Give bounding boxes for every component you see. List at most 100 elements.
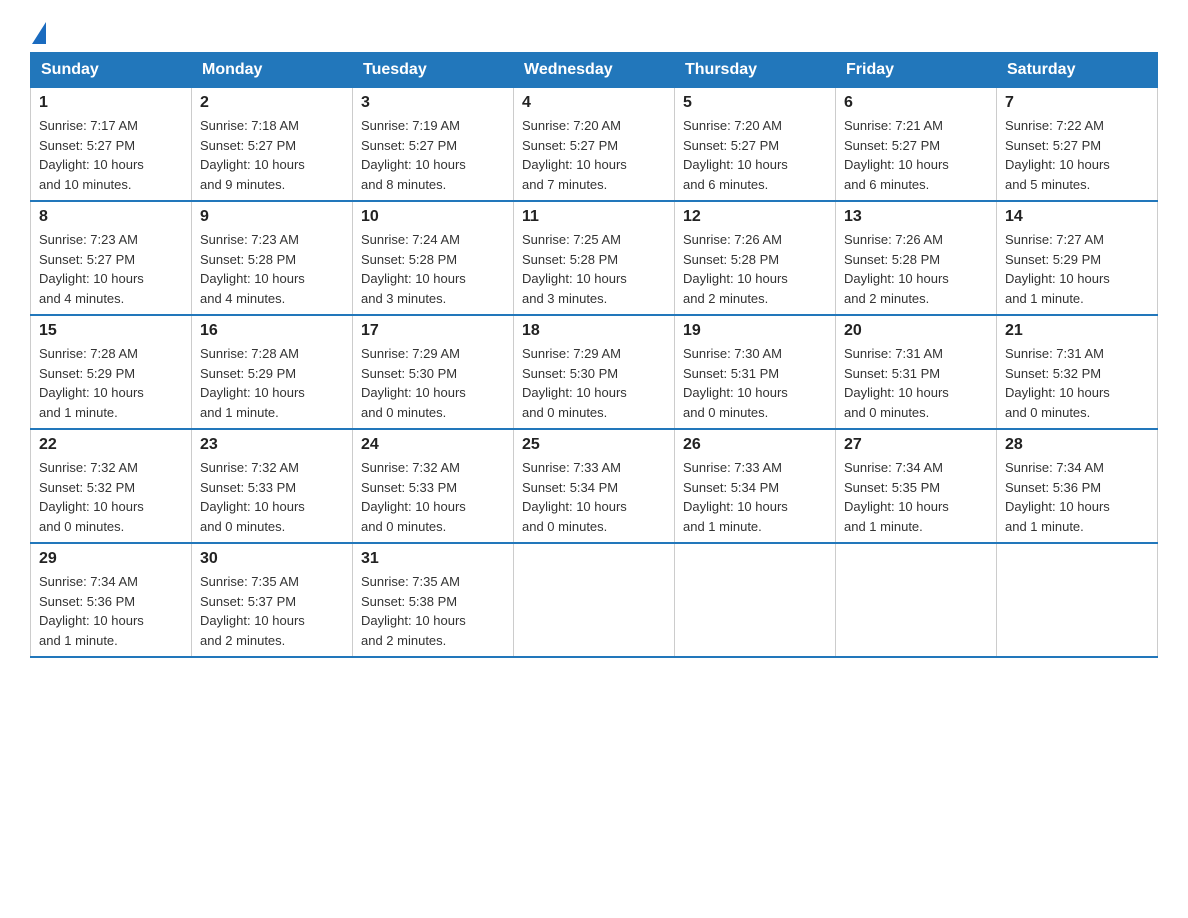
calendar-cell: 14 Sunrise: 7:27 AMSunset: 5:29 PMDayligh… bbox=[997, 201, 1158, 315]
day-info: Sunrise: 7:31 AMSunset: 5:31 PMDaylight:… bbox=[844, 344, 988, 422]
weekday-header-saturday: Saturday bbox=[997, 53, 1158, 88]
day-info: Sunrise: 7:32 AMSunset: 5:32 PMDaylight:… bbox=[39, 458, 183, 536]
calendar-cell bbox=[836, 543, 997, 657]
day-info: Sunrise: 7:33 AMSunset: 5:34 PMDaylight:… bbox=[522, 458, 666, 536]
calendar-cell: 28 Sunrise: 7:34 AMSunset: 5:36 PMDayligh… bbox=[997, 429, 1158, 543]
day-info: Sunrise: 7:23 AMSunset: 5:27 PMDaylight:… bbox=[39, 230, 183, 308]
day-number: 12 bbox=[683, 208, 827, 226]
day-number: 27 bbox=[844, 436, 988, 454]
day-info: Sunrise: 7:17 AMSunset: 5:27 PMDaylight:… bbox=[39, 116, 183, 194]
calendar-table: SundayMondayTuesdayWednesdayThursdayFrid… bbox=[30, 52, 1158, 658]
calendar-week-row-1: 1 Sunrise: 7:17 AMSunset: 5:27 PMDaylight… bbox=[31, 88, 1158, 202]
day-info: Sunrise: 7:32 AMSunset: 5:33 PMDaylight:… bbox=[361, 458, 505, 536]
day-number: 23 bbox=[200, 436, 344, 454]
day-info: Sunrise: 7:27 AMSunset: 5:29 PMDaylight:… bbox=[1005, 230, 1149, 308]
day-info: Sunrise: 7:23 AMSunset: 5:28 PMDaylight:… bbox=[200, 230, 344, 308]
weekday-header-wednesday: Wednesday bbox=[514, 53, 675, 88]
calendar-cell: 17 Sunrise: 7:29 AMSunset: 5:30 PMDayligh… bbox=[353, 315, 514, 429]
day-info: Sunrise: 7:34 AMSunset: 5:35 PMDaylight:… bbox=[844, 458, 988, 536]
calendar-cell: 2 Sunrise: 7:18 AMSunset: 5:27 PMDaylight… bbox=[192, 88, 353, 202]
day-info: Sunrise: 7:29 AMSunset: 5:30 PMDaylight:… bbox=[522, 344, 666, 422]
day-number: 21 bbox=[1005, 322, 1149, 340]
calendar-cell: 6Sunrise: 7:21 AMSunset: 5:27 PMDaylight… bbox=[836, 88, 997, 202]
day-info: Sunrise: 7:18 AMSunset: 5:27 PMDaylight:… bbox=[200, 116, 344, 194]
day-info: Sunrise: 7:21 AMSunset: 5:27 PMDaylight:… bbox=[844, 116, 988, 194]
calendar-cell: 1 Sunrise: 7:17 AMSunset: 5:27 PMDaylight… bbox=[31, 88, 192, 202]
day-number: 10 bbox=[361, 208, 505, 226]
day-number: 29 bbox=[39, 550, 183, 568]
day-info: Sunrise: 7:26 AMSunset: 5:28 PMDaylight:… bbox=[844, 230, 988, 308]
day-info: Sunrise: 7:28 AMSunset: 5:29 PMDaylight:… bbox=[200, 344, 344, 422]
calendar-cell: 3 Sunrise: 7:19 AMSunset: 5:27 PMDaylight… bbox=[353, 88, 514, 202]
calendar-cell: 24 Sunrise: 7:32 AMSunset: 5:33 PMDayligh… bbox=[353, 429, 514, 543]
day-number: 28 bbox=[1005, 436, 1149, 454]
calendar-cell: 9 Sunrise: 7:23 AMSunset: 5:28 PMDaylight… bbox=[192, 201, 353, 315]
day-info: Sunrise: 7:20 AMSunset: 5:27 PMDaylight:… bbox=[683, 116, 827, 194]
calendar-cell: 29 Sunrise: 7:34 AMSunset: 5:36 PMDayligh… bbox=[31, 543, 192, 657]
calendar-cell: 8 Sunrise: 7:23 AMSunset: 5:27 PMDaylight… bbox=[31, 201, 192, 315]
day-info: Sunrise: 7:20 AMSunset: 5:27 PMDaylight:… bbox=[522, 116, 666, 194]
weekday-header-monday: Monday bbox=[192, 53, 353, 88]
calendar-cell: 7 Sunrise: 7:22 AMSunset: 5:27 PMDaylight… bbox=[997, 88, 1158, 202]
calendar-cell bbox=[997, 543, 1158, 657]
calendar-cell: 21 Sunrise: 7:31 AMSunset: 5:32 PMDayligh… bbox=[997, 315, 1158, 429]
calendar-cell: 10 Sunrise: 7:24 AMSunset: 5:28 PMDayligh… bbox=[353, 201, 514, 315]
day-number: 3 bbox=[361, 94, 505, 112]
day-info: Sunrise: 7:32 AMSunset: 5:33 PMDaylight:… bbox=[200, 458, 344, 536]
calendar-cell: 15 Sunrise: 7:28 AMSunset: 5:29 PMDayligh… bbox=[31, 315, 192, 429]
day-number: 15 bbox=[39, 322, 183, 340]
day-info: Sunrise: 7:25 AMSunset: 5:28 PMDaylight:… bbox=[522, 230, 666, 308]
calendar-cell: 11 Sunrise: 7:25 AMSunset: 5:28 PMDayligh… bbox=[514, 201, 675, 315]
weekday-header-sunday: Sunday bbox=[31, 53, 192, 88]
calendar-cell: 19Sunrise: 7:30 AMSunset: 5:31 PMDayligh… bbox=[675, 315, 836, 429]
logo bbox=[30, 20, 48, 42]
day-info: Sunrise: 7:22 AMSunset: 5:27 PMDaylight:… bbox=[1005, 116, 1149, 194]
day-number: 18 bbox=[522, 322, 666, 340]
day-number: 14 bbox=[1005, 208, 1149, 226]
day-info: Sunrise: 7:24 AMSunset: 5:28 PMDaylight:… bbox=[361, 230, 505, 308]
calendar-cell: 18 Sunrise: 7:29 AMSunset: 5:30 PMDayligh… bbox=[514, 315, 675, 429]
day-number: 24 bbox=[361, 436, 505, 454]
calendar-week-row-3: 15 Sunrise: 7:28 AMSunset: 5:29 PMDayligh… bbox=[31, 315, 1158, 429]
day-number: 8 bbox=[39, 208, 183, 226]
day-info: Sunrise: 7:19 AMSunset: 5:27 PMDaylight:… bbox=[361, 116, 505, 194]
calendar-cell: 30Sunrise: 7:35 AMSunset: 5:37 PMDayligh… bbox=[192, 543, 353, 657]
calendar-week-row-5: 29 Sunrise: 7:34 AMSunset: 5:36 PMDayligh… bbox=[31, 543, 1158, 657]
day-info: Sunrise: 7:26 AMSunset: 5:28 PMDaylight:… bbox=[683, 230, 827, 308]
calendar-cell: 16 Sunrise: 7:28 AMSunset: 5:29 PMDayligh… bbox=[192, 315, 353, 429]
day-number: 5 bbox=[683, 94, 827, 112]
day-info: Sunrise: 7:34 AMSunset: 5:36 PMDaylight:… bbox=[39, 572, 183, 650]
day-number: 17 bbox=[361, 322, 505, 340]
day-number: 11 bbox=[522, 208, 666, 226]
day-info: Sunrise: 7:35 AMSunset: 5:38 PMDaylight:… bbox=[361, 572, 505, 650]
day-info: Sunrise: 7:34 AMSunset: 5:36 PMDaylight:… bbox=[1005, 458, 1149, 536]
day-number: 13 bbox=[844, 208, 988, 226]
calendar-cell: 5 Sunrise: 7:20 AMSunset: 5:27 PMDaylight… bbox=[675, 88, 836, 202]
weekday-header-friday: Friday bbox=[836, 53, 997, 88]
calendar-cell: 25 Sunrise: 7:33 AMSunset: 5:34 PMDayligh… bbox=[514, 429, 675, 543]
day-info: Sunrise: 7:29 AMSunset: 5:30 PMDaylight:… bbox=[361, 344, 505, 422]
weekday-header-tuesday: Tuesday bbox=[353, 53, 514, 88]
weekday-header-thursday: Thursday bbox=[675, 53, 836, 88]
day-number: 4 bbox=[522, 94, 666, 112]
day-number: 31 bbox=[361, 550, 505, 568]
logo-arrow-icon bbox=[32, 22, 46, 44]
day-number: 30 bbox=[200, 550, 344, 568]
calendar-cell: 22Sunrise: 7:32 AMSunset: 5:32 PMDayligh… bbox=[31, 429, 192, 543]
calendar-cell: 13 Sunrise: 7:26 AMSunset: 5:28 PMDayligh… bbox=[836, 201, 997, 315]
calendar-cell bbox=[675, 543, 836, 657]
day-info: Sunrise: 7:30 AMSunset: 5:31 PMDaylight:… bbox=[683, 344, 827, 422]
day-number: 26 bbox=[683, 436, 827, 454]
calendar-cell: 31 Sunrise: 7:35 AMSunset: 5:38 PMDayligh… bbox=[353, 543, 514, 657]
day-number: 7 bbox=[1005, 94, 1149, 112]
day-number: 2 bbox=[200, 94, 344, 112]
day-info: Sunrise: 7:28 AMSunset: 5:29 PMDaylight:… bbox=[39, 344, 183, 422]
day-number: 9 bbox=[200, 208, 344, 226]
calendar-cell bbox=[514, 543, 675, 657]
calendar-cell: 4 Sunrise: 7:20 AMSunset: 5:27 PMDaylight… bbox=[514, 88, 675, 202]
day-number: 25 bbox=[522, 436, 666, 454]
day-number: 20 bbox=[844, 322, 988, 340]
day-info: Sunrise: 7:31 AMSunset: 5:32 PMDaylight:… bbox=[1005, 344, 1149, 422]
day-number: 16 bbox=[200, 322, 344, 340]
day-number: 1 bbox=[39, 94, 183, 112]
